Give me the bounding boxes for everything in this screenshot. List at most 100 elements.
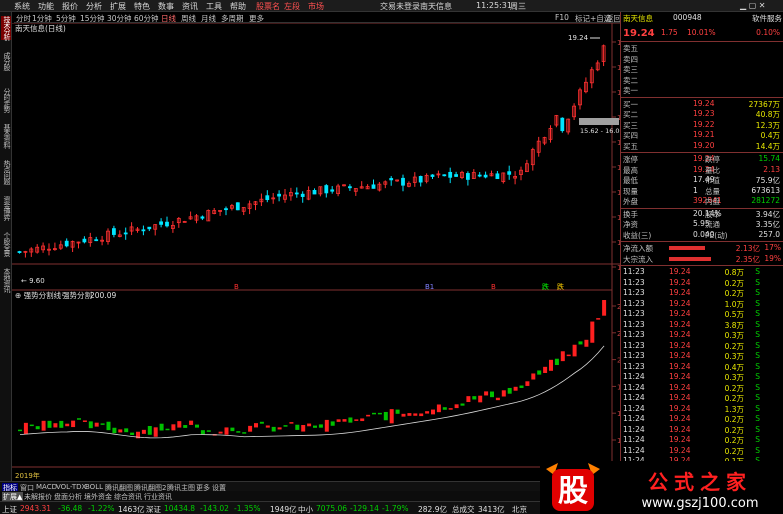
tick-side-4: S xyxy=(755,309,760,318)
last-price: 19.24 xyxy=(623,28,655,39)
candle-body xyxy=(294,192,299,195)
left-tab-6[interactable]: 个股全景 xyxy=(1,232,11,256)
sub-bar xyxy=(466,396,471,403)
candle-body xyxy=(418,176,423,183)
flow-bar-0 xyxy=(669,246,705,250)
kline-chart[interactable]: 19.0018.0017.0016.0015.0014.0013.0012.00… xyxy=(12,23,620,481)
sell-row: 卖三 xyxy=(621,64,783,74)
price-pct: 10.01% xyxy=(687,28,716,37)
status-item-4: 1463亿 xyxy=(118,505,145,514)
sell-label-0: 卖五 xyxy=(623,44,638,53)
menu-item-9[interactable]: 帮助 xyxy=(230,1,246,12)
sub-bar xyxy=(271,426,276,432)
menu-item-4[interactable]: 扩展 xyxy=(110,1,126,12)
tick-vol-3: 1.0万 xyxy=(724,299,744,309)
candle-body xyxy=(465,173,470,180)
tick-side-0: S xyxy=(755,267,760,276)
sub-bar xyxy=(537,370,542,375)
signal-marker-1: B1 xyxy=(425,283,434,291)
tick-side-13: S xyxy=(755,403,760,413)
stat-row: 现量 1 总量 673613 xyxy=(621,186,783,196)
tick-time-2: 11:23 xyxy=(623,288,645,297)
menu-item-2[interactable]: 报价 xyxy=(62,1,78,12)
menu-item-5[interactable]: 特色 xyxy=(134,1,150,12)
login-status[interactable]: 交易未登录 xyxy=(380,1,420,12)
tick-time-16: 11:24 xyxy=(623,435,645,444)
left-tab-1[interactable]: 成分股 xyxy=(1,52,11,70)
window-controls[interactable]: ▁ ▢ ✕ xyxy=(740,1,766,10)
sub-bar xyxy=(71,420,76,428)
sub-bar xyxy=(525,381,530,386)
candle-body xyxy=(17,251,22,253)
tick-row: 11:23 19.24 0.2万 S xyxy=(621,341,783,351)
stat-value-3a: 1 xyxy=(693,185,698,195)
candle-body xyxy=(147,226,152,230)
tick-vol-10: 0.3万 xyxy=(724,373,744,382)
left-tab-5[interactable]: 资金博弈 xyxy=(1,196,11,220)
indicator-tab-4[interactable]: BOLL xyxy=(85,483,103,491)
sub-bar xyxy=(171,424,176,431)
tick-time-3: 11:23 xyxy=(623,298,645,308)
menu-item-1[interactable]: 功能 xyxy=(38,1,54,12)
sub-bar xyxy=(112,427,117,434)
left-tab-4[interactable]: 热点问题 xyxy=(1,160,11,184)
flow-value-0: 2.13亿 xyxy=(735,244,760,253)
menu-item-3[interactable]: 分析 xyxy=(86,1,102,12)
main-candles xyxy=(17,44,606,258)
tick-side-6: S xyxy=(755,330,760,339)
tick-row: 11:23 19.24 0.4万 S xyxy=(621,362,783,372)
tick-time-13: 11:24 xyxy=(623,403,645,413)
candle-body xyxy=(82,238,87,243)
candle-body xyxy=(312,190,317,195)
menu-item-8[interactable]: 工具 xyxy=(206,1,222,12)
tick-row: 11:24 19.24 0.2万 S xyxy=(621,383,783,393)
period-right-0[interactable]: F10 xyxy=(555,13,569,22)
stat-label-2a: 最低 xyxy=(623,176,638,185)
menu-highlight-0[interactable]: 股票名 xyxy=(256,1,280,12)
sub-bar xyxy=(82,420,87,422)
sub-bar xyxy=(330,421,335,426)
tick-vol-17: 0.2万 xyxy=(724,446,744,456)
sub-bar xyxy=(484,391,489,396)
buy-vol-0: 27367万 xyxy=(748,99,780,109)
menu-item-6[interactable]: 数事 xyxy=(158,1,174,12)
menu-highlight-2[interactable]: 市场 xyxy=(308,1,324,12)
stat-row: 最高 19.24 量比 2.13 xyxy=(621,165,783,175)
sub-bar xyxy=(77,418,81,420)
menu-item-0[interactable]: 系统 xyxy=(14,1,30,12)
status-item-2: -36.48 xyxy=(58,504,83,513)
sub-bar xyxy=(301,425,306,432)
tick-vol-14: 0.2万 xyxy=(724,415,744,424)
left-tab-7[interactable]: 本地资讯 xyxy=(1,268,11,292)
tick-vol-1: 0.2万 xyxy=(724,278,744,288)
indicator-tab-3[interactable]: VOL-TDX xyxy=(56,483,86,491)
candle-body xyxy=(560,117,565,132)
sub-bar xyxy=(513,386,518,391)
sub-bar xyxy=(413,413,418,416)
left-tab-0[interactable]: 技术分析 xyxy=(1,16,11,40)
sub-bar xyxy=(454,404,459,409)
sub-bar xyxy=(442,407,447,410)
tick-time-12: 11:24 xyxy=(623,393,645,402)
sub-bar xyxy=(177,421,182,428)
tick-time-0: 11:23 xyxy=(623,267,645,276)
tick-vol-16: 0.2万 xyxy=(724,436,744,445)
tick-row: 11:24 19.24 0.2万 S xyxy=(621,435,783,445)
stat-row: 涨停 19.24 跌停 15.74 xyxy=(621,154,783,164)
candle-body xyxy=(371,184,376,189)
indicator-tab-2[interactable]: MACD xyxy=(36,483,57,491)
buy-label-2: 买三 xyxy=(623,120,638,130)
left-tab-3[interactable]: 基本资料 xyxy=(1,124,11,148)
stat-label-1a: 最高 xyxy=(623,165,638,175)
left-tab-2[interactable]: 分时走势 xyxy=(1,88,11,112)
menu-highlight-1[interactable]: 左段 xyxy=(284,1,300,12)
menu-item-7[interactable]: 资讯 xyxy=(182,1,198,12)
sub-bar xyxy=(47,420,52,428)
sub-bar xyxy=(419,413,424,417)
sub-bar xyxy=(283,425,288,427)
stock-code: 000948 xyxy=(673,13,702,22)
sub-bar xyxy=(566,354,571,357)
sub-bar xyxy=(242,432,247,434)
tick-side-16: S xyxy=(755,435,760,444)
low-label: ← 9.60 xyxy=(21,277,45,285)
